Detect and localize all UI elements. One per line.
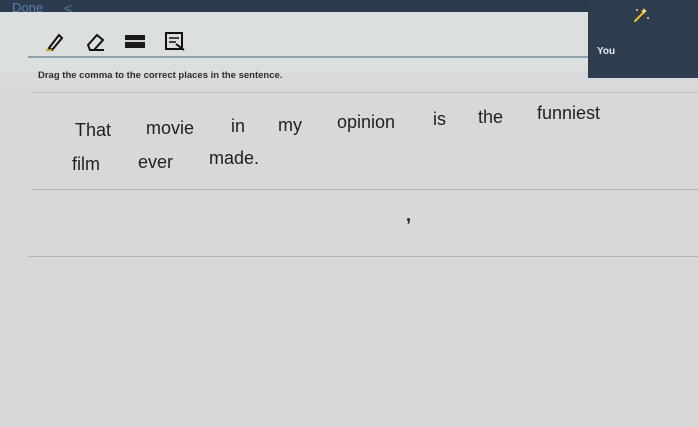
word-token[interactable]: my xyxy=(278,115,302,136)
word-token[interactable]: film xyxy=(72,154,100,175)
notes-icon[interactable] xyxy=(164,30,186,52)
instruction-text: Drag the comma to the correct places in … xyxy=(38,70,283,81)
draggable-comma[interactable]: , xyxy=(406,205,411,226)
word-token[interactable]: is xyxy=(433,109,446,130)
pencil-icon[interactable] xyxy=(44,30,66,52)
word-token[interactable]: funniest xyxy=(537,103,600,124)
sparkle-icon[interactable] xyxy=(632,6,650,24)
annotation-toolbar xyxy=(44,28,186,54)
answer-box xyxy=(28,194,698,257)
word-token[interactable]: the xyxy=(478,107,503,128)
word-token[interactable]: in xyxy=(231,116,245,137)
toolbar-divider xyxy=(28,56,588,58)
eraser-icon[interactable] xyxy=(84,30,106,52)
word-token[interactable]: That xyxy=(75,120,111,141)
user-label: You xyxy=(597,46,616,57)
word-token[interactable]: opinion xyxy=(337,112,395,133)
word-token[interactable]: ever xyxy=(138,152,173,173)
word-token[interactable]: made. xyxy=(209,148,259,169)
keyboard-icon[interactable] xyxy=(124,30,146,52)
word-token[interactable]: movie xyxy=(146,118,194,139)
